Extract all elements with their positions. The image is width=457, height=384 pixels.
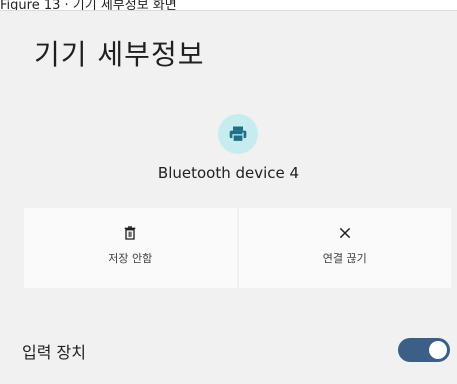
input-device-toggle[interactable]	[398, 338, 450, 362]
close-icon	[337, 225, 353, 245]
page-title: 기기 세부정보	[34, 38, 205, 71]
disconnect-label: 연결 끊기	[322, 252, 367, 265]
toggle-knob	[429, 341, 447, 359]
disconnect-button[interactable]: 연결 끊기	[238, 208, 451, 288]
input-device-row: 입력 장치	[0, 335, 457, 365]
input-device-label: 입력 장치	[22, 343, 86, 362]
figure-caption-text: Figure 13 · 기기 세부정보 화면	[0, 0, 177, 11]
device-icon-badge	[218, 114, 258, 154]
figure-caption: Figure 13 · 기기 세부정보 화면	[0, 0, 457, 11]
forget-device-button[interactable]: 저장 안함	[24, 208, 237, 288]
printer-icon	[229, 126, 247, 143]
device-details-screen: 기기 세부정보 Bluetooth device 4 저장 안함 연결 끊기 입…	[0, 11, 457, 384]
device-actions: 저장 안함 연결 끊기	[24, 208, 451, 288]
device-name: Bluetooth device 4	[157, 164, 300, 182]
forget-device-label: 저장 안함	[108, 252, 153, 265]
trash-icon	[122, 225, 138, 245]
